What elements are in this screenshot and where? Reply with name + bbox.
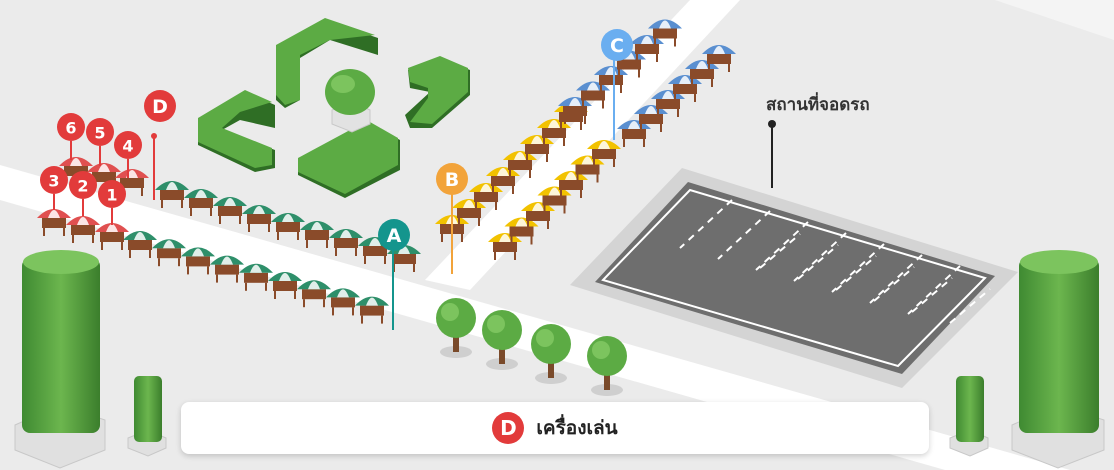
zone-pin-a-label: A bbox=[387, 225, 402, 247]
svg-text:2: 2 bbox=[77, 177, 88, 196]
svg-text:6: 6 bbox=[65, 119, 76, 138]
market-map: สถานที่จอดรถ A B C D 1 2 3 4 5 6 D เครื่… bbox=[0, 0, 1114, 470]
hedge-top-right bbox=[405, 56, 470, 128]
zone-pin-c-label: C bbox=[610, 35, 624, 57]
stall-zone-a bbox=[300, 221, 334, 248]
hedge-bottom-left bbox=[198, 90, 275, 172]
hedge-bottom-right bbox=[298, 122, 400, 198]
legend-bar: D เครื่องเล่น bbox=[181, 402, 929, 454]
parking-label: สถานที่จอดรถ bbox=[766, 92, 870, 115]
numbered-pin-6[interactable]: 6 bbox=[57, 113, 85, 160]
numbered-pin-5[interactable]: 5 bbox=[86, 118, 114, 166]
road-tree bbox=[436, 298, 476, 358]
roads bbox=[0, 0, 1114, 470]
stall-zone-a bbox=[184, 189, 218, 216]
road-tree bbox=[482, 310, 522, 370]
zone-pin-b-label: B bbox=[445, 169, 459, 191]
road-tree bbox=[531, 324, 571, 384]
hedge-tower-right bbox=[1011, 250, 1105, 469]
stall-zone-a bbox=[155, 181, 189, 208]
stall-zone-a bbox=[329, 229, 363, 256]
hedge-garden bbox=[198, 18, 470, 198]
hedge-post-right bbox=[949, 376, 989, 457]
stall-zone-a bbox=[242, 205, 276, 232]
road-tree bbox=[587, 336, 627, 396]
map-scene: สถานที่จอดรถ A B C D 1 2 3 4 5 6 bbox=[0, 0, 1114, 470]
svg-text:1: 1 bbox=[106, 186, 117, 205]
svg-text:5: 5 bbox=[94, 124, 105, 143]
stall-zone-a bbox=[213, 197, 247, 224]
stall-zone-a bbox=[271, 213, 305, 240]
legend-badge: D bbox=[492, 412, 525, 444]
hedge-center-tree bbox=[325, 69, 375, 133]
parking-label-group: สถานที่จอดรถ bbox=[766, 92, 870, 188]
svg-text:3: 3 bbox=[48, 172, 59, 191]
svg-text:4: 4 bbox=[122, 137, 133, 156]
cross-road-right bbox=[995, 0, 1114, 40]
hedge-tower-left bbox=[14, 250, 106, 469]
hedge-post-left bbox=[127, 376, 167, 457]
legend-text: เครื่องเล่น bbox=[536, 417, 618, 439]
playground-pin-d-label: D bbox=[152, 96, 168, 118]
road-trees bbox=[436, 298, 627, 396]
